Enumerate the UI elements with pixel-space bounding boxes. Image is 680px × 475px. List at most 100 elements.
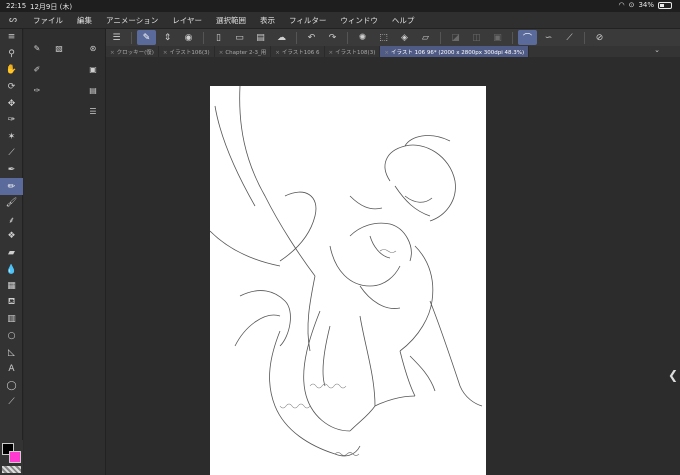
menu-window[interactable]: ウィンドウ	[333, 15, 385, 26]
redo-icon[interactable]: ↷	[323, 30, 342, 45]
fill-icon[interactable]: ◈	[395, 30, 414, 45]
sub-color-swatch[interactable]	[9, 451, 21, 463]
settings-icon[interactable]: ⊛	[86, 41, 100, 55]
document-tabs: × クロッキー(復) × イラスト106(3) × Chapter 2-3_用 × イラ…	[106, 46, 680, 57]
ruler-icon[interactable]: ◺	[0, 344, 23, 361]
decoration-icon[interactable]: ❖	[0, 228, 23, 245]
crop-icon[interactable]: ◫	[467, 30, 486, 45]
canvas-paper[interactable]	[210, 86, 486, 475]
close-tab-icon[interactable]: ×	[110, 50, 115, 56]
airbrush-icon[interactable]: ⸙	[0, 212, 23, 229]
line-art-illustration	[210, 86, 483, 457]
close-tab-icon[interactable]: ×	[275, 50, 280, 56]
tab-document[interactable]: × クロッキー(復)	[106, 46, 159, 57]
brush-icon[interactable]: 🖌	[0, 195, 23, 212]
close-tab-icon[interactable]: ×	[163, 50, 168, 56]
menu-view[interactable]: 表示	[253, 15, 282, 26]
app-logo-icon[interactable]: ᔕ	[0, 12, 26, 29]
sub-tool-group-icon[interactable]: ▧	[52, 41, 66, 55]
snap-icon[interactable]: ⊘	[590, 30, 609, 45]
command-bar: ☰ ✎ ⇕ ◉ ▯ ▭ ▤ ☁ ↶ ↷ ✺ ⬚ ◈ ▱ ◪ ◫ ▣ ⌒ ∽ ⟋ …	[106, 29, 680, 46]
tab-label: イラスト106(3)	[169, 50, 210, 56]
save-icon[interactable]: ▤	[251, 30, 270, 45]
pen-icon[interactable]: ✒	[0, 162, 23, 179]
blend-icon[interactable]: 💧	[0, 261, 23, 278]
sub-tool-pencil-2-icon[interactable]: ✐	[30, 62, 44, 76]
tab-document-active[interactable]: × イラスト 106 96* (2000 x 2800px 300dpi 48.3…	[380, 46, 530, 57]
zoom-icon[interactable]: ⚲	[0, 46, 23, 63]
menu-selection[interactable]: 選択範囲	[209, 15, 253, 26]
tab-document[interactable]: × イラスト108(3)	[325, 46, 381, 57]
toolbar-divider	[131, 31, 132, 44]
tab-label: Chapter 2-3_用	[225, 50, 267, 56]
undo-icon[interactable]: ↶	[302, 30, 321, 45]
palette-grip-icon[interactable]: ≡	[0, 29, 23, 46]
status-bar: 22:15 12月9日 (木) ◠ ⊙ 34%	[0, 0, 680, 12]
menu-filter[interactable]: フィルター	[282, 15, 333, 26]
toolbar-divider	[347, 31, 348, 44]
figure-icon[interactable]: ○	[0, 328, 23, 345]
tab-document[interactable]: × イラスト106 6	[271, 46, 325, 57]
sub-tool-pencil-3-icon[interactable]: ✑	[30, 83, 44, 97]
sub-tool-column: ▧	[52, 41, 66, 55]
tool-property-icon[interactable]: ▣	[86, 62, 100, 76]
battery-percent: 34%	[638, 1, 654, 9]
up-down-arrows-icon[interactable]: ⇕	[158, 30, 177, 45]
chevron-left-icon[interactable]: ❮	[668, 368, 678, 382]
new-file-icon[interactable]: ▯	[209, 30, 228, 45]
toolbar-divider	[584, 31, 585, 44]
pencil-icon[interactable]: ✏	[0, 178, 23, 195]
menu-layer[interactable]: レイヤー	[165, 15, 209, 26]
transform-icon[interactable]: ◪	[446, 30, 465, 45]
selection-layer-icon[interactable]: ▣	[488, 30, 507, 45]
color-swatches	[0, 440, 23, 475]
operation-icon[interactable]: ✑	[0, 112, 23, 129]
toolbar-divider	[440, 31, 441, 44]
move-icon[interactable]: ✥	[0, 95, 23, 112]
frame-icon[interactable]: ▦	[0, 278, 23, 295]
close-tab-icon[interactable]: ×	[384, 50, 389, 56]
gradient-icon[interactable]: ▥	[0, 311, 23, 328]
rotate-view-icon[interactable]: ⟳	[0, 79, 23, 96]
text-icon[interactable]: A	[0, 361, 23, 378]
transparent-color-swatch[interactable]	[2, 466, 21, 473]
canvas-area[interactable]	[106, 57, 680, 475]
sub-tool-pencil-icon[interactable]: ✎	[30, 41, 44, 55]
menu-bar: ᔕ ファイル 編集 アニメーション レイヤー 選択範囲 表示 フィルター ウィン…	[0, 12, 680, 29]
chevron-down-icon[interactable]: ⌄	[654, 46, 660, 54]
clear-icon[interactable]: ▱	[416, 30, 435, 45]
menu-edit[interactable]: 編集	[70, 15, 99, 26]
magic-wand-icon[interactable]: ✶	[0, 129, 23, 146]
correct-line-icon[interactable]: ⟋	[0, 394, 23, 411]
stroke-correction-3-icon[interactable]: ⟋	[560, 30, 579, 45]
tab-label: イラスト106 6	[281, 50, 320, 56]
toolbar-divider	[296, 31, 297, 44]
stroke-correction-1-icon[interactable]: ⌒	[518, 30, 537, 45]
cloud-icon[interactable]: ☁	[272, 30, 291, 45]
fill-bucket-icon[interactable]: ⛾	[0, 295, 23, 312]
menu-file[interactable]: ファイル	[26, 15, 70, 26]
wifi-icon: ◠	[618, 1, 625, 9]
hand-icon[interactable]: ✋	[0, 62, 23, 79]
brush-size-icon[interactable]: ▤	[86, 83, 100, 97]
balloon-icon[interactable]: ◯	[0, 377, 23, 394]
open-folder-icon[interactable]: ▭	[230, 30, 249, 45]
record-icon[interactable]: ◉	[179, 30, 198, 45]
sub-tool-settings: ⊛ ▣ ▤ ☰	[86, 41, 100, 118]
tab-document[interactable]: × Chapter 2-3_用	[215, 46, 272, 57]
tab-document[interactable]: × イラスト106(3)	[159, 46, 215, 57]
eyedropper-icon[interactable]: ⟋	[0, 145, 23, 162]
deselect-icon[interactable]: ⬚	[374, 30, 393, 45]
loading-icon[interactable]: ✺	[353, 30, 372, 45]
eraser-icon[interactable]: ▰	[0, 245, 23, 262]
stroke-correction-2-icon[interactable]: ∽	[539, 30, 558, 45]
hamburger-menu-icon[interactable]: ☰	[107, 30, 126, 45]
rotation-lock-icon: ⊙	[628, 1, 635, 9]
menu-animation[interactable]: アニメーション	[99, 15, 165, 26]
close-tab-icon[interactable]: ×	[329, 50, 334, 56]
tool-palette: ≡ ⚲ ✋ ⟳ ✥ ✑ ✶ ⟋ ✒ ✏ 🖌 ⸙ ❖ ▰ 💧 ▦ ⛾ ▥ ○ ◺ …	[0, 29, 23, 475]
layer-list-icon[interactable]: ☰	[86, 104, 100, 118]
menu-help[interactable]: ヘルプ	[385, 15, 422, 26]
edit-icon[interactable]: ✎	[137, 30, 156, 45]
close-tab-icon[interactable]: ×	[219, 50, 224, 56]
